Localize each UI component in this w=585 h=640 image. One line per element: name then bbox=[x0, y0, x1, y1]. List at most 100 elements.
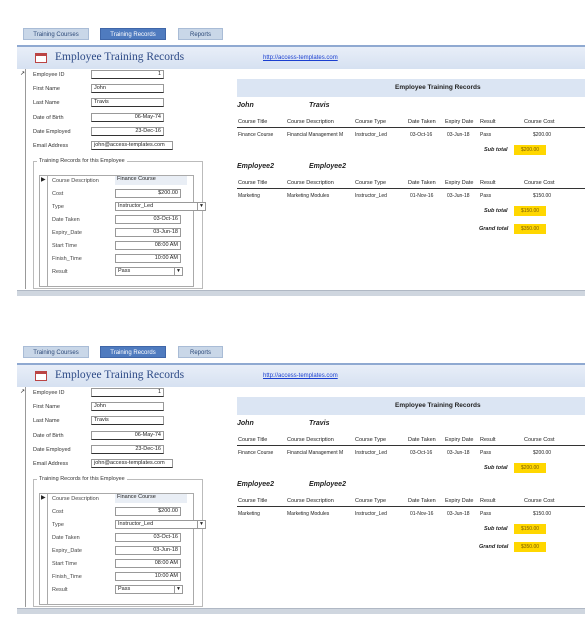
employee-id-field[interactable]: 1 bbox=[91, 70, 164, 79]
table-cell: $200.00 bbox=[533, 450, 552, 456]
table-cell: Marketing Modules bbox=[287, 511, 330, 517]
record-selector-arrow-icon: ↗ bbox=[20, 389, 26, 395]
cost-field[interactable]: $200.00 bbox=[115, 507, 181, 516]
horizontal-scrollbar[interactable] bbox=[17, 290, 585, 296]
date-taken-field[interactable]: 03-Oct-16 bbox=[115, 533, 181, 542]
divider bbox=[237, 506, 585, 507]
table-cell: 03-Oct-16 bbox=[410, 450, 433, 456]
table-cell: 01-Nov-16 bbox=[410, 511, 434, 517]
label-start-time: Start Time bbox=[52, 561, 78, 567]
record-selector-arrow-icon: ▶ bbox=[41, 177, 46, 183]
employee-first-name: John bbox=[237, 102, 254, 109]
start-time-field[interactable]: 08:00 AM bbox=[115, 559, 181, 568]
result-dropdown[interactable]: Pass ▼ bbox=[115, 585, 183, 594]
horizontal-scrollbar[interactable] bbox=[17, 608, 585, 614]
subtotal-label: Sub total bbox=[484, 465, 508, 471]
grand-total-label: Grand total bbox=[479, 226, 509, 232]
label-employee-id: Employee ID bbox=[33, 72, 65, 78]
label-expiry-date: Expiry_Date bbox=[52, 230, 82, 236]
finish-time-field[interactable]: 10:00 AM bbox=[115, 572, 181, 581]
last-name-field[interactable]: Travis bbox=[91, 98, 164, 107]
employee-first-name: Employee2 bbox=[237, 481, 274, 488]
table-cell: Financial Management M bbox=[287, 132, 344, 138]
label-date-of-birth: Date of Birth bbox=[33, 433, 64, 439]
type-dropdown[interactable]: Instructor_Led ▼ bbox=[115, 202, 206, 211]
tab-reports[interactable]: Reports bbox=[178, 28, 223, 40]
form-icon bbox=[35, 53, 47, 63]
employee-id-field[interactable]: 1 bbox=[91, 388, 164, 397]
col-date-taken: Date Taken bbox=[408, 498, 436, 504]
course-description-field[interactable]: Finance Course bbox=[115, 494, 187, 503]
label-first-name: First Name bbox=[33, 86, 60, 92]
table-cell: Pass bbox=[480, 132, 492, 138]
divider bbox=[237, 127, 585, 128]
date-of-birth-field[interactable]: 06-May-74 bbox=[91, 113, 164, 122]
tab-training-courses[interactable]: Training Courses bbox=[23, 346, 89, 358]
subform-record-selector[interactable]: ▶ bbox=[40, 176, 48, 286]
type-dropdown[interactable]: Instructor_Led ▼ bbox=[115, 520, 206, 529]
table-cell: Instructor_Led bbox=[355, 450, 387, 456]
expiry-date-field[interactable]: 03-Jun-18 bbox=[115, 546, 181, 555]
tab-training-records[interactable]: Training Records bbox=[100, 346, 166, 358]
date-taken-field[interactable]: 03-Oct-16 bbox=[115, 215, 181, 224]
cost-field[interactable]: $200.00 bbox=[115, 189, 181, 198]
first-name-field[interactable]: John bbox=[91, 402, 164, 411]
chevron-down-icon[interactable]: ▼ bbox=[174, 268, 182, 275]
subform-inner: ▶ Course Description Finance Course Cost… bbox=[39, 493, 206, 605]
table-cell: Instructor_Led bbox=[355, 511, 387, 517]
tab-training-records[interactable]: Training Records bbox=[100, 28, 166, 40]
tab-reports[interactable]: Reports bbox=[178, 346, 223, 358]
table-cell: $150.00 bbox=[533, 193, 552, 199]
col-date-taken: Date Taken bbox=[408, 437, 436, 443]
chevron-down-icon[interactable]: ▼ bbox=[197, 521, 205, 528]
table-cell: Pass bbox=[480, 193, 492, 199]
grand-total-label: Grand total bbox=[479, 544, 509, 550]
chevron-down-icon[interactable]: ▼ bbox=[174, 586, 182, 593]
col-course-description: Course Description bbox=[287, 180, 334, 186]
label-cost: Cost bbox=[52, 191, 64, 197]
col-course-description: Course Description bbox=[287, 498, 334, 504]
subtotal-value: $150.00 bbox=[514, 206, 546, 216]
label-finish-time: Finish_Time bbox=[52, 256, 82, 262]
email-field[interactable]: john@access-templates.com bbox=[91, 459, 173, 468]
label-employee-id: Employee ID bbox=[33, 390, 65, 396]
expiry-date-field[interactable]: 03-Jun-18 bbox=[115, 228, 181, 237]
finish-time-field[interactable]: 10:00 AM bbox=[115, 254, 181, 263]
subtotal-label: Sub total bbox=[484, 208, 508, 214]
nav-tabs: Training Courses Training Records Report… bbox=[23, 28, 263, 40]
date-employed-field[interactable]: 23-Dec-16 bbox=[91, 445, 164, 454]
col-course-description: Course Description bbox=[287, 119, 334, 125]
label-email: Email Address bbox=[33, 143, 69, 149]
employee-last-name: Travis bbox=[309, 420, 330, 427]
table-cell: Marketing Modules bbox=[287, 193, 330, 199]
label-date-taken: Date Taken bbox=[52, 217, 80, 223]
record-selector-arrow-icon: ▶ bbox=[41, 495, 46, 501]
email-field[interactable]: john@access-templates.com bbox=[91, 141, 173, 150]
label-last-name: Last Name bbox=[33, 100, 60, 106]
nav-tabs: Training Courses Training Records Report… bbox=[23, 346, 263, 358]
table-cell: 03-Oct-16 bbox=[410, 132, 433, 138]
last-name-field[interactable]: Travis bbox=[91, 416, 164, 425]
tab-training-courses[interactable]: Training Courses bbox=[23, 28, 89, 40]
course-description-field[interactable]: Finance Course bbox=[115, 176, 187, 185]
record-selector[interactable]: ↗ bbox=[19, 387, 26, 607]
label-date-employed: Date Employed bbox=[33, 129, 71, 135]
chevron-down-icon[interactable]: ▼ bbox=[197, 203, 205, 210]
record-selector[interactable]: ↗ bbox=[19, 69, 26, 289]
label-result: Result bbox=[52, 587, 68, 593]
training-report: Employee Training Records John Travis Co… bbox=[237, 79, 585, 249]
label-last-name: Last Name bbox=[33, 418, 60, 424]
subform-record-selector[interactable]: ▶ bbox=[40, 494, 48, 604]
website-link[interactable]: http://access-templates.com bbox=[263, 373, 338, 379]
date-employed-field[interactable]: 23-Dec-16 bbox=[91, 127, 164, 136]
date-of-birth-field[interactable]: 06-May-74 bbox=[91, 431, 164, 440]
website-link[interactable]: http://access-templates.com bbox=[263, 55, 338, 61]
result-dropdown[interactable]: Pass ▼ bbox=[115, 267, 183, 276]
subform-inner: ▶ Course Description Finance Course Cost… bbox=[39, 175, 206, 287]
start-time-field[interactable]: 08:00 AM bbox=[115, 241, 181, 250]
col-expiry-date: Expiry Date bbox=[445, 119, 474, 125]
col-result: Result bbox=[480, 119, 496, 125]
label-date-employed: Date Employed bbox=[33, 447, 71, 453]
first-name-field[interactable]: John bbox=[91, 84, 164, 93]
col-result: Result bbox=[480, 437, 496, 443]
